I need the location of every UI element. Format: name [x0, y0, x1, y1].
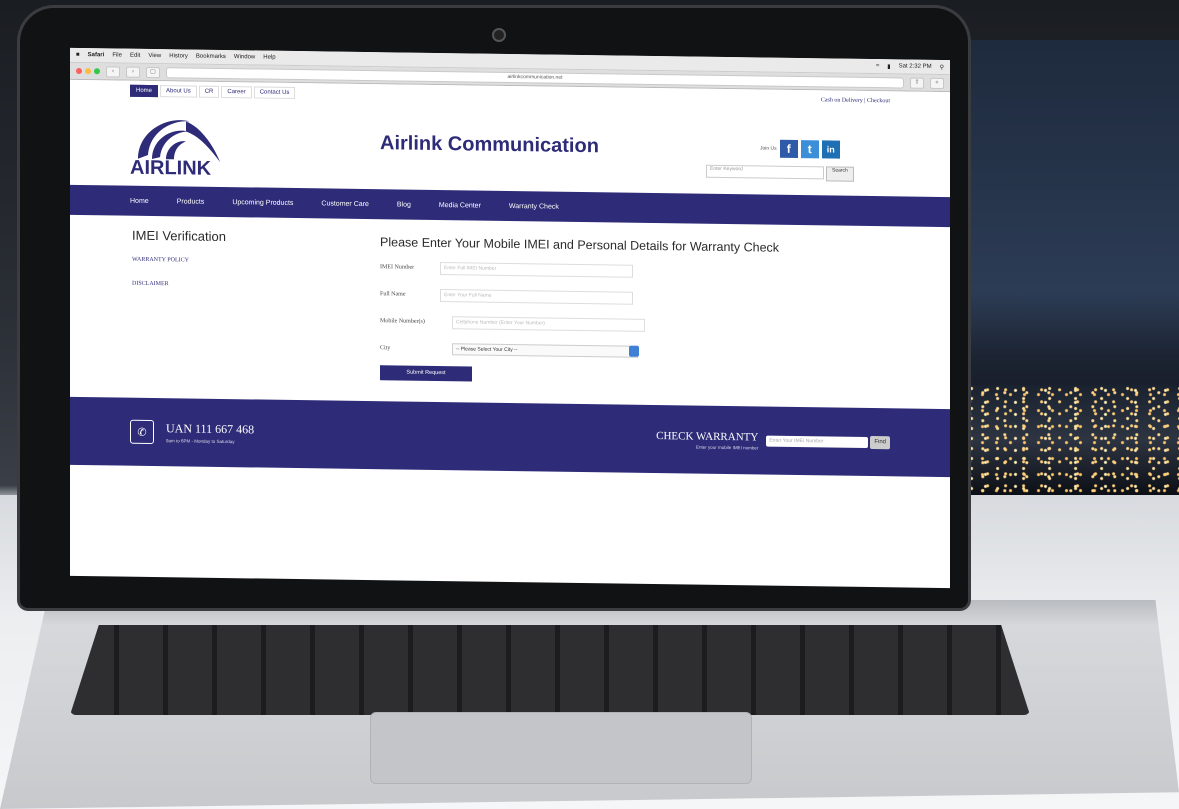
menubar-app-name[interactable]: Safari [88, 52, 105, 58]
join-us-label: Join Us [760, 145, 777, 152]
mobile-input[interactable]: Cellphone Number (Enter Your Number) [452, 315, 645, 332]
laptop-lid: ■ Safari File Edit View History Bookmark… [20, 8, 968, 608]
city-select-value: -- Please Select Your City -- [456, 346, 518, 354]
submit-request-button[interactable]: Submit Request [380, 365, 472, 382]
nav-warranty-check[interactable]: Warranty Check [509, 202, 559, 210]
imei-label: IMEI Number [380, 264, 415, 271]
site-title: Airlink Communication [380, 132, 599, 158]
name-row: Full Name Enter Your Full Name [380, 284, 950, 312]
top-link-career[interactable]: Career [221, 85, 252, 99]
forward-button[interactable]: › [126, 66, 140, 78]
social-links: Join Us f t in [760, 139, 840, 159]
name-input[interactable]: Enter Your Full Name [440, 288, 633, 305]
check-warranty-subtitle: Enter your mobile IMEI number [696, 444, 759, 450]
city-label: City [380, 345, 391, 352]
uan-number: UAN 111 667 468 [166, 421, 255, 437]
logo-wordmark: AIRLINK [130, 156, 212, 180]
warranty-form: Please Enter Your Mobile IMEI and Person… [332, 231, 950, 390]
site-search-button[interactable]: Search [826, 166, 854, 182]
laptop-keyboard [70, 625, 1030, 715]
name-label: Full Name [380, 291, 406, 298]
nav-upcoming-products[interactable]: Upcoming Products [232, 199, 293, 207]
menu-edit[interactable]: Edit [130, 53, 140, 59]
nav-blog[interactable]: Blog [397, 201, 411, 208]
menu-view[interactable]: View [148, 53, 161, 59]
mobile-label: Mobile Number(s) [380, 318, 425, 325]
check-warranty-block: CHECK WARRANTY Enter your mobile IMEI nu… [656, 430, 758, 450]
site-header: AIRLINK Airlink Communication Join Us f … [70, 100, 950, 197]
top-link-cr[interactable]: CR [198, 85, 220, 98]
top-link-about[interactable]: About Us [160, 85, 197, 98]
window-controls [76, 67, 100, 75]
imei-input[interactable]: Enter Full IMEI Number [440, 261, 633, 278]
uan-hours: 9am to 6PM - Monday to Saturday [166, 438, 235, 445]
sidebar-title: IMEI Verification [132, 227, 226, 245]
maximize-window-icon[interactable] [94, 68, 100, 75]
top-link-home[interactable]: Home [130, 84, 159, 98]
laptop-trackpad [370, 712, 752, 784]
nav-customer-care[interactable]: Customer Care [321, 200, 368, 208]
laptop-screen: ■ Safari File Edit View History Bookmark… [70, 47, 950, 589]
footer-find-button[interactable]: Find [870, 435, 890, 449]
sidebar: IMEI Verification WARRANTY POLICY DISCLA… [70, 227, 332, 381]
menu-file[interactable]: File [112, 52, 122, 58]
sidebar-link-warranty-policy[interactable]: WARRANTY POLICY [132, 257, 332, 266]
menu-bookmarks[interactable]: Bookmarks [196, 54, 226, 60]
nav-products[interactable]: Products [177, 198, 205, 205]
menu-history[interactable]: History [169, 53, 188, 59]
minimize-window-icon[interactable] [85, 68, 91, 75]
website: Home About Us CR Career Contact Us Cash … [70, 79, 950, 478]
phone-icon: ✆ [130, 419, 154, 445]
close-window-icon[interactable] [76, 67, 82, 75]
nav-media-center[interactable]: Media Center [439, 202, 481, 210]
wifi-icon[interactable]: ≈ [876, 63, 879, 70]
apple-icon[interactable]: ■ [76, 52, 80, 58]
form-title: Please Enter Your Mobile IMEI and Person… [380, 235, 780, 255]
sidebar-link-disclaimer[interactable]: DISCLAIMER [132, 281, 332, 290]
sidebar-toggle-button[interactable]: ▢ [146, 66, 160, 78]
search-icon[interactable]: ⚲ [940, 63, 944, 70]
facebook-icon[interactable]: f [779, 139, 798, 159]
city-row: City -- Please Select Your City -- [380, 338, 950, 366]
twitter-icon[interactable]: t [800, 140, 819, 159]
back-button[interactable]: ‹ [106, 65, 120, 78]
site-search-input[interactable]: Enter Keyword [706, 164, 824, 180]
city-select[interactable]: -- Please Select Your City -- [452, 343, 639, 358]
cod-checkout-link[interactable]: Cash on Delivery | Checkout [821, 97, 890, 104]
imei-row: IMEI Number Enter Full IMEI Number [380, 257, 950, 285]
menu-window[interactable]: Window [234, 54, 255, 60]
site-footer: ✆ UAN 111 667 468 9am to 6PM - Monday to… [70, 396, 950, 478]
footer-imei-input[interactable]: Enter Your IMEI Number [766, 435, 869, 448]
new-tab-button[interactable]: + [930, 77, 944, 89]
linkedin-icon[interactable]: in [821, 140, 840, 159]
share-button[interactable]: ⇧ [910, 77, 924, 89]
webcam-icon [492, 28, 506, 42]
main-content: IMEI Verification WARRANTY POLICY DISCLA… [70, 215, 950, 389]
menubar-clock[interactable]: Sat 2:32 PM [899, 63, 932, 70]
battery-icon[interactable]: ▮ [887, 63, 890, 70]
nav-home[interactable]: Home [130, 197, 149, 204]
chevron-down-icon[interactable] [629, 345, 639, 357]
top-link-contact[interactable]: Contact Us [253, 86, 296, 100]
check-warranty-title: CHECK WARRANTY [656, 429, 759, 443]
menu-help[interactable]: Help [263, 55, 275, 61]
uan-block: UAN 111 667 468 9am to 6PM - Monday to S… [166, 421, 254, 444]
mobile-row: Mobile Number(s) Cellphone Number (Enter… [380, 311, 950, 339]
site-search: Enter Keyword Search [706, 164, 854, 182]
